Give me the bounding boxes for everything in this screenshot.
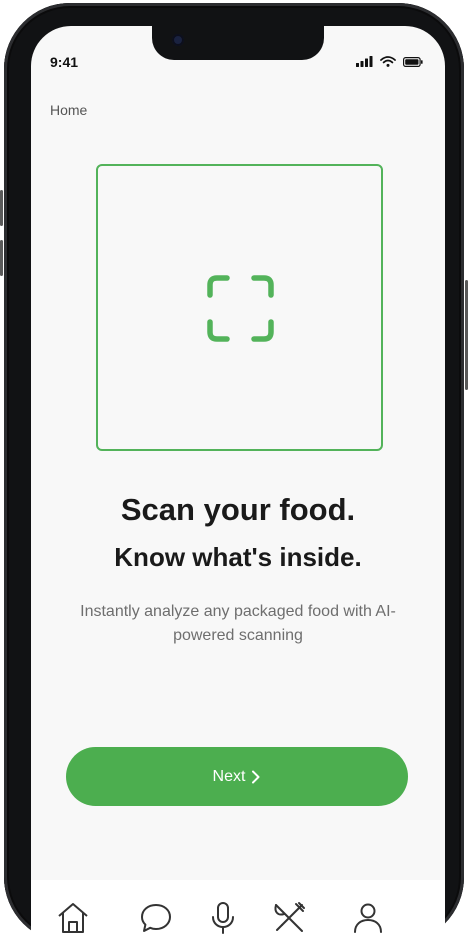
side-volume-button: [0, 190, 3, 226]
nav-item-food[interactable]: [272, 900, 312, 940]
bottom-navigation: [31, 880, 445, 944]
breadcrumb[interactable]: Home: [50, 102, 87, 118]
cellular-signal-icon: [356, 56, 373, 67]
fork-knife-icon: [274, 902, 305, 932]
microphone-icon: [212, 902, 234, 934]
next-button-label: Next: [212, 767, 246, 785]
description-text: Instantly analyze any packaged food with…: [80, 603, 396, 644]
home-icon: [58, 903, 88, 933]
app-screen: 9:41 Home Scan your food. Know what's in…: [31, 26, 445, 944]
user-icon: [354, 903, 382, 933]
nav-item-profile[interactable]: [351, 900, 391, 940]
nav-item-home[interactable]: [56, 900, 96, 940]
chevron-right-icon: [252, 770, 260, 783]
nav-item-voice[interactable]: [206, 900, 246, 940]
headline-title: Scan your food.: [120, 492, 356, 527]
wifi-icon: [380, 56, 396, 67]
nav-item-chat[interactable]: [139, 900, 179, 940]
battery-icon: [403, 56, 423, 67]
headline-subtitle: Know what's inside.: [114, 542, 362, 572]
chat-bubble-icon: [141, 904, 171, 932]
scan-frame-icon: [207, 275, 274, 342]
status-time: 9:41: [50, 54, 79, 70]
front-camera-icon: [172, 34, 184, 46]
side-volume-button: [0, 240, 3, 276]
phone-frame: 9:41 Home Scan your food. Know what's in…: [4, 3, 464, 944]
notch: [152, 26, 324, 60]
scan-viewfinder[interactable]: [96, 164, 383, 451]
status-icons: [356, 56, 423, 67]
next-button[interactable]: Next: [66, 747, 408, 806]
